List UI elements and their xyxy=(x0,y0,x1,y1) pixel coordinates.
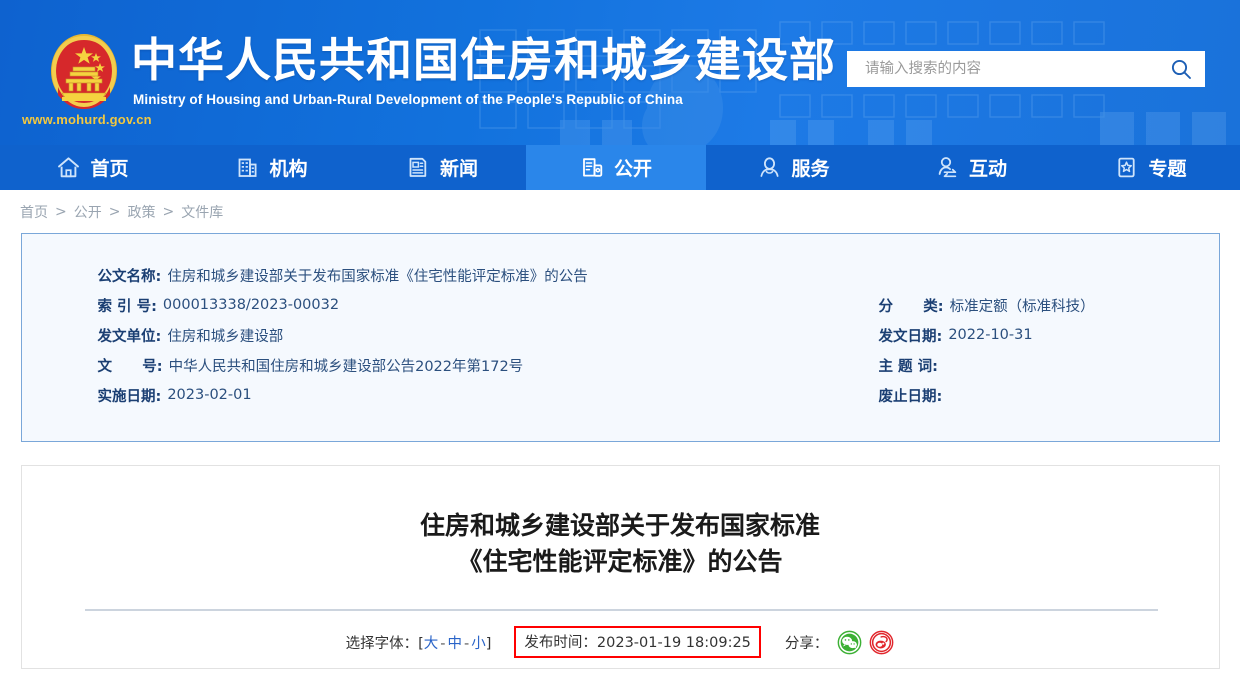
meta-value: 000013338/2023-00032 xyxy=(162,297,340,313)
meta-value: 2022-10-31 xyxy=(948,327,1033,343)
meta-label: 发文单位: xyxy=(97,328,162,345)
document-meta-card: 公文名称: 住房和城乡建设部关于发布国家标准《住宅性能评定标准》的公告 索 引 … xyxy=(20,233,1220,442)
nav-item-interaction[interactable]: 互动 xyxy=(881,145,1061,190)
meta-label: 实施日期: xyxy=(97,388,162,405)
main-nav: 首页 机构 新闻 公开 服务 互动 专题 xyxy=(0,145,1240,190)
nav-item-label: 首页 xyxy=(90,158,129,180)
font-size-medium[interactable]: 中 xyxy=(448,636,463,652)
meta-row-effective-date: 实施日期: 2023-02-01 xyxy=(98,380,798,410)
page-title-line-1: 住房和城乡建设部关于发布国家标准 xyxy=(419,511,820,540)
bracket-close: ] xyxy=(485,635,492,652)
open-document-icon xyxy=(580,155,605,180)
home-icon xyxy=(56,155,81,180)
search-button[interactable] xyxy=(1157,51,1205,87)
meta-row-keywords: 主 题 词: xyxy=(879,350,1209,380)
news-icon xyxy=(406,155,431,180)
meta-value: 中华人民共和国住房和城乡建设部公告2022年第172号 xyxy=(168,358,524,375)
person-service-icon xyxy=(757,155,782,180)
meta-row-index-number: 索 引 号: 000013338/2023-00032 xyxy=(98,290,798,320)
wechat-share-icon[interactable] xyxy=(837,630,862,655)
breadcrumb-separator: > xyxy=(162,203,175,220)
nav-item-organization[interactable]: 机构 xyxy=(185,145,358,190)
breadcrumb-item-file-library[interactable]: 文件库 xyxy=(181,202,223,222)
meta-value: 标准定额（标准科技） xyxy=(949,298,1095,315)
meta-label: 文 号: xyxy=(97,358,163,375)
share-group: 分享： xyxy=(785,630,895,655)
page-title: 住房和城乡建设部关于发布国家标准 《住宅性能评定标准》的公告 xyxy=(22,466,1219,580)
site-url: www.mohurd.gov.cn xyxy=(22,112,152,127)
document-meta-left-column: 公文名称: 住房和城乡建设部关于发布国家标准《住宅性能评定标准》的公告 索 引 … xyxy=(98,260,798,410)
site-title-cn: 中华人民共和国住房和城乡建设部 xyxy=(131,33,836,87)
article-divider xyxy=(84,609,1158,611)
nav-item-label: 服务 xyxy=(791,158,830,180)
article-card: 住房和城乡建设部关于发布国家标准 《住宅性能评定标准》的公告 选择字体：[大 - 中… xyxy=(20,465,1220,669)
font-size-small[interactable]: 小 xyxy=(471,636,486,652)
meta-value: 2023-02-01 xyxy=(167,387,252,403)
search-icon xyxy=(1171,59,1191,79)
meta-label: 索 引 号: xyxy=(97,298,157,315)
nav-item-label: 机构 xyxy=(269,158,308,180)
document-meta-right-column: 分 类: 标准定额（标准科技） 发文日期: 2022-10-31 主 题 词: … xyxy=(879,290,1209,410)
font-size-picker: 选择字体：[大 - 中 - 小] xyxy=(346,632,492,653)
nav-item-label: 专题 xyxy=(1148,158,1187,180)
nav-item-label: 新闻 xyxy=(439,158,478,180)
search-box xyxy=(847,51,1205,87)
meta-label: 公文名称: xyxy=(97,268,162,285)
meta-row-document-number: 文 号: 中华人民共和国住房和城乡建设部公告2022年第172号 xyxy=(98,350,798,380)
breadcrumb-item-home[interactable]: 首页 xyxy=(20,202,48,222)
meta-row-issuing-unit: 发文单位: 住房和城乡建设部 xyxy=(98,320,798,350)
breadcrumb-separator: > xyxy=(55,203,67,220)
font-size-large[interactable]: 大 xyxy=(424,636,439,652)
page-title-line-2: 《住宅性能评定标准》的公告 xyxy=(457,547,783,576)
article-toolbar: 选择字体：[大 - 中 - 小] 发布时间：2023-01-19 18:09:25 分享… xyxy=(22,624,1219,660)
breadcrumb-item-open[interactable]: 公开 xyxy=(74,202,102,222)
font-size-label: 选择字体： xyxy=(345,635,419,652)
nav-item-home[interactable]: 首页 xyxy=(0,145,185,190)
publish-time: 发布时间：2023-01-19 18:09:25 xyxy=(514,626,761,658)
china-national-emblem xyxy=(51,34,117,109)
search-input[interactable] xyxy=(847,52,1157,86)
meta-row-doc-name: 公文名称: 住房和城乡建设部关于发布国家标准《住宅性能评定标准》的公告 xyxy=(98,260,798,290)
nav-item-label: 互动 xyxy=(968,158,1007,180)
nav-item-topic[interactable]: 专题 xyxy=(1061,145,1240,190)
meta-row-category: 分 类: 标准定额（标准科技） xyxy=(879,290,1209,320)
breadcrumb-item-policy[interactable]: 政策 xyxy=(127,202,155,222)
breadcrumb-separator: > xyxy=(108,203,121,220)
nav-item-news[interactable]: 新闻 xyxy=(358,145,526,190)
meta-row-abolish-date: 废止日期: xyxy=(879,380,1209,410)
meta-label: 分 类: xyxy=(878,298,944,315)
building-icon xyxy=(235,155,260,180)
meta-label: 主 题 词: xyxy=(878,358,938,375)
nav-item-open[interactable]: 公开 xyxy=(526,145,706,190)
meta-value: 住房和城乡建设部 xyxy=(167,328,284,345)
share-label: 分享： xyxy=(784,635,829,652)
font-size-dash: - xyxy=(440,635,446,652)
weibo-share-icon[interactable] xyxy=(869,630,894,655)
meta-label: 废止日期: xyxy=(878,388,943,405)
meta-label: 发文日期: xyxy=(878,328,943,345)
meta-row-issue-date: 发文日期: 2022-10-31 xyxy=(879,320,1209,350)
nav-item-label: 公开 xyxy=(613,158,652,180)
breadcrumb: 首页 > 公开 > 政策 > 文件库 xyxy=(0,190,1240,233)
interaction-icon xyxy=(935,155,960,180)
meta-value: 住房和城乡建设部关于发布国家标准《住宅性能评定标准》的公告 xyxy=(167,268,588,285)
site-title-en: Ministry of Housing and Urban-Rural Deve… xyxy=(133,92,683,107)
site-header: www.mohurd.gov.cn 中华人民共和国住房和城乡建设部 Minist… xyxy=(0,0,1240,145)
star-topic-icon xyxy=(1114,155,1139,180)
font-size-dash: - xyxy=(464,635,470,652)
nav-item-service[interactable]: 服务 xyxy=(706,145,881,190)
